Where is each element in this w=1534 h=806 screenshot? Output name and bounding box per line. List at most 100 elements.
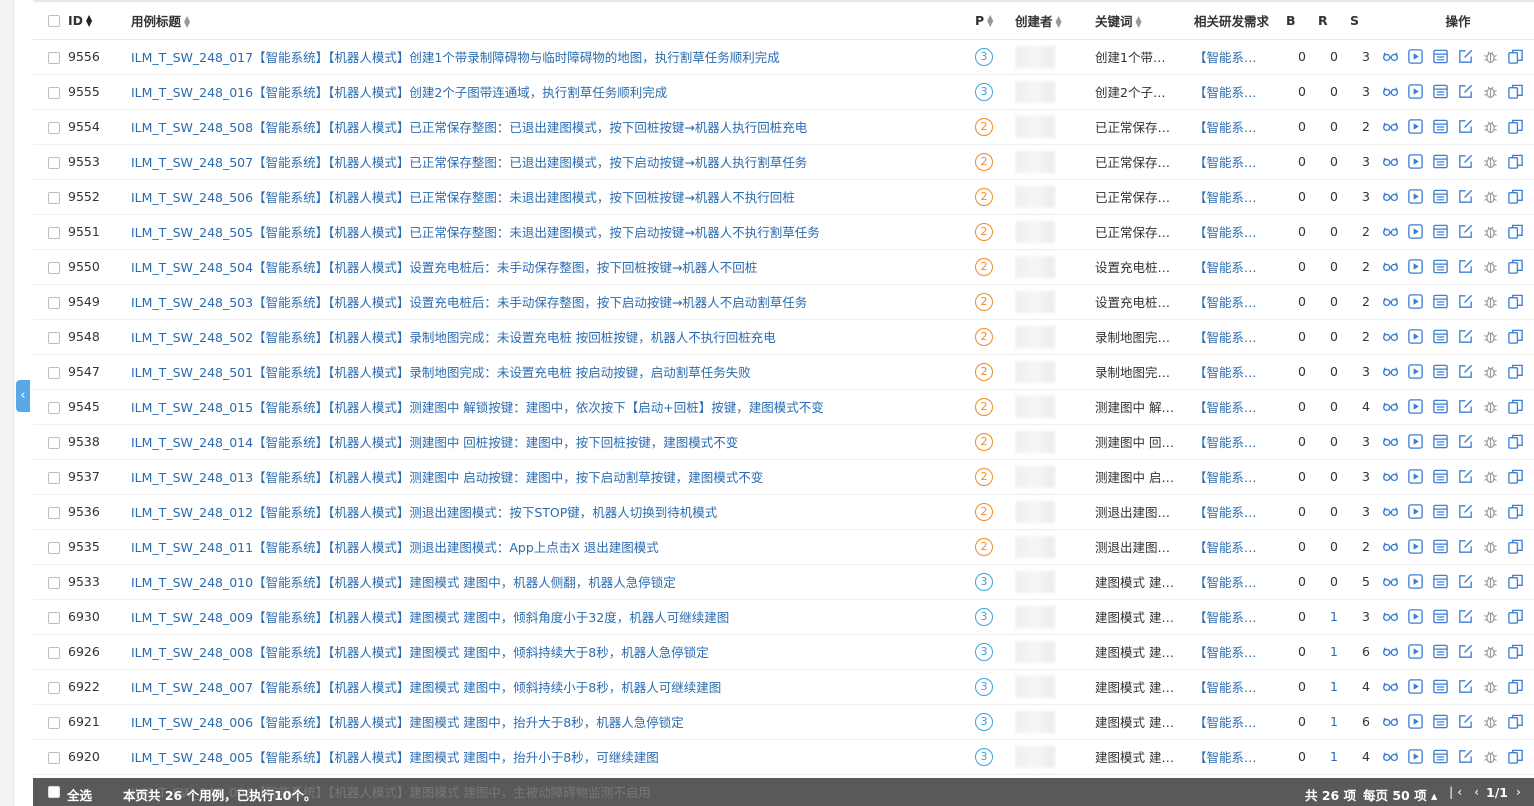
table-row[interactable]: 6921 ILM_T_SW_248_006【智能系统】【机器人模式】建图模式 建图… [33,704,1534,740]
play-icon[interactable] [1407,608,1424,625]
row-checkbox[interactable] [48,86,60,99]
row-checkbox[interactable] [48,681,60,694]
list-icon[interactable] [1432,468,1449,485]
list-icon[interactable] [1432,748,1449,765]
glasses-icon[interactable] [1382,153,1399,170]
glasses-icon[interactable] [1382,328,1399,345]
row-requirement-link[interactable]: 【智能系… [1194,155,1257,170]
glasses-icon[interactable] [1382,608,1399,625]
table-row[interactable]: 9553 ILM_T_SW_248_507【智能系统】【机器人模式】已正常保存整图… [33,144,1534,180]
bug-icon[interactable] [1482,748,1499,765]
table-row[interactable]: 9537 ILM_T_SW_248_013【智能系统】【机器人模式】测建图中 启动… [33,459,1534,495]
row-requirement-link[interactable]: 【智能系… [1194,330,1257,345]
copy-icon[interactable] [1507,398,1524,415]
play-icon[interactable] [1407,678,1424,695]
row-checkbox[interactable] [48,191,60,204]
list-icon[interactable] [1432,503,1449,520]
row-title-link[interactable]: ILM_T_SW_248_008【智能系统】【机器人模式】建图模式 建图中，倾斜… [131,645,709,660]
bug-icon[interactable] [1482,153,1499,170]
edit-icon[interactable] [1457,153,1474,170]
glasses-icon[interactable] [1382,433,1399,450]
row-title-link[interactable]: ILM_T_SW_248_508【智能系统】【机器人模式】已正常保存整图：已退出… [131,120,807,135]
row-checkbox[interactable] [48,331,60,344]
row-requirement-link[interactable]: 【智能系… [1194,120,1257,135]
bug-icon[interactable] [1482,48,1499,65]
row-requirement-link[interactable]: 【智能系… [1194,680,1257,695]
table-row[interactable]: 9552 ILM_T_SW_248_506【智能系统】【机器人模式】已正常保存整图… [33,179,1534,215]
bug-icon[interactable] [1482,398,1499,415]
row-requirement-link[interactable]: 【智能系… [1194,470,1257,485]
bug-icon[interactable] [1482,713,1499,730]
list-icon[interactable] [1432,713,1449,730]
glasses-icon[interactable] [1382,293,1399,310]
edit-icon[interactable] [1457,363,1474,380]
row-requirement-link[interactable]: 【智能系… [1194,435,1257,450]
row-title-link[interactable]: ILM_T_SW_248_506【智能系统】【机器人模式】已正常保存整图：未退出… [131,190,795,205]
bug-icon[interactable] [1482,293,1499,310]
play-icon[interactable] [1407,573,1424,590]
table-row[interactable]: 6926 ILM_T_SW_248_008【智能系统】【机器人模式】建图模式 建图… [33,634,1534,670]
list-icon[interactable] [1432,48,1449,65]
row-requirement-link[interactable]: 【智能系… [1194,715,1257,730]
row-requirement-link[interactable]: 【智能系… [1194,365,1257,380]
bug-icon[interactable] [1482,188,1499,205]
edit-icon[interactable] [1457,713,1474,730]
play-icon[interactable] [1407,363,1424,380]
row-title-link[interactable]: ILM_T_SW_248_016【智能系统】【机器人模式】创建2个子图带连通域，… [131,85,667,100]
row-requirement-link[interactable]: 【智能系… [1194,295,1257,310]
glasses-icon[interactable] [1382,118,1399,135]
copy-icon[interactable] [1507,83,1524,100]
copy-icon[interactable] [1507,643,1524,660]
play-icon[interactable] [1407,83,1424,100]
bug-icon[interactable] [1482,433,1499,450]
list-icon[interactable] [1432,678,1449,695]
list-icon[interactable] [1432,188,1449,205]
copy-icon[interactable] [1507,538,1524,555]
table-row[interactable]: 9536 ILM_T_SW_248_012【智能系统】【机器人模式】测退出建图模式… [33,494,1534,530]
play-icon[interactable] [1407,398,1424,415]
edit-icon[interactable] [1457,678,1474,695]
row-checkbox[interactable] [48,261,60,274]
row-checkbox[interactable] [48,436,60,449]
row-requirement-link[interactable]: 【智能系… [1194,50,1257,65]
edit-icon[interactable] [1457,608,1474,625]
play-icon[interactable] [1407,153,1424,170]
row-checkbox[interactable] [48,646,60,659]
sort-icon[interactable]: ▲ ▼ [184,15,190,29]
edit-icon[interactable] [1457,503,1474,520]
row-requirement-link[interactable]: 【智能系… [1194,645,1257,660]
edit-icon[interactable] [1457,83,1474,100]
table-row[interactable]: 9550 ILM_T_SW_248_504【智能系统】【机器人模式】设置充电桩后：… [33,249,1534,285]
bug-icon[interactable] [1482,118,1499,135]
copy-icon[interactable] [1507,363,1524,380]
glasses-icon[interactable] [1382,678,1399,695]
row-checkbox[interactable] [48,716,60,729]
select-all-checkbox[interactable] [48,786,60,798]
list-icon[interactable] [1432,83,1449,100]
table-row[interactable]: 9545 ILM_T_SW_248_015【智能系统】【机器人模式】测建图中 解锁… [33,389,1534,425]
row-requirement-link[interactable]: 【智能系… [1194,260,1257,275]
play-icon[interactable] [1407,538,1424,555]
bug-icon[interactable] [1482,678,1499,695]
glasses-icon[interactable] [1382,748,1399,765]
row-title-link[interactable]: ILM_T_SW_248_010【智能系统】【机器人模式】建图模式 建图中，机器… [131,575,676,590]
copy-icon[interactable] [1507,188,1524,205]
list-icon[interactable] [1432,398,1449,415]
list-icon[interactable] [1432,153,1449,170]
row-requirement-link[interactable]: 【智能系… [1194,750,1257,765]
bug-icon[interactable] [1482,468,1499,485]
play-icon[interactable] [1407,48,1424,65]
table-row[interactable]: 9548 ILM_T_SW_248_502【智能系统】【机器人模式】录制地图完成：… [33,319,1534,355]
play-icon[interactable] [1407,503,1424,520]
table-row[interactable]: 6930 ILM_T_SW_248_009【智能系统】【机器人模式】建图模式 建图… [33,599,1534,635]
copy-icon[interactable] [1507,573,1524,590]
row-checkbox[interactable] [48,296,60,309]
table-row[interactable]: 9538 ILM_T_SW_248_014【智能系统】【机器人模式】测建图中 回桩… [33,424,1534,460]
play-icon[interactable] [1407,223,1424,240]
copy-icon[interactable] [1507,153,1524,170]
page-size-select[interactable]: 每页 50 项 ▴ [1363,785,1437,804]
table-row[interactable]: 9535 ILM_T_SW_248_011【智能系统】【机器人模式】测退出建图模式… [33,529,1534,565]
header-priority[interactable]: P ▲ ▼ [975,0,1015,40]
row-checkbox[interactable] [48,366,60,379]
copy-icon[interactable] [1507,503,1524,520]
